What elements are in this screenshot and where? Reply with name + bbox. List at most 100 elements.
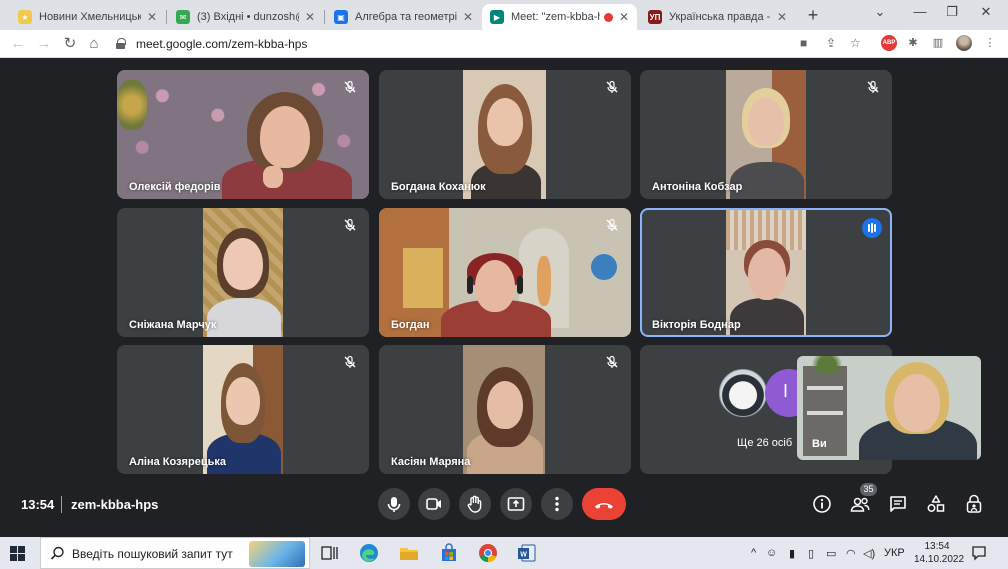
tray-device-icon[interactable]: ▯	[808, 547, 814, 560]
chrome-icon[interactable]	[477, 542, 499, 564]
camera-icon[interactable]: ■	[800, 36, 807, 50]
participant-video	[726, 70, 806, 199]
wifi-icon[interactable]: ◠	[846, 547, 856, 560]
classroom-icon: ▣	[334, 10, 348, 24]
tab-separator	[324, 10, 325, 24]
windows-start-icon[interactable]	[10, 546, 25, 561]
battery-icon[interactable]: ▭	[826, 547, 836, 560]
participant-name: Антоніна Кобзар	[652, 181, 743, 193]
more-options-button[interactable]	[541, 488, 573, 520]
tab-title: Новини Хмельницького	[39, 11, 141, 23]
file-explorer-icon[interactable]	[398, 542, 420, 564]
microphone-button[interactable]	[378, 488, 410, 520]
tab-mail-inbox[interactable]: ✉ (3) Вхідні • dunzosh@ukr ✕	[168, 4, 323, 30]
edge-browser-icon[interactable]	[358, 542, 380, 564]
raise-hand-button[interactable]	[459, 488, 491, 520]
adblock-icon[interactable]: ABP	[881, 35, 897, 51]
menu-kebab-icon[interactable]: ⋮	[982, 35, 998, 51]
participant-name: Сніжана Марчук	[129, 319, 217, 331]
leave-call-button[interactable]	[582, 488, 626, 520]
tab-google-meet[interactable]: ▶ Meet: "zem-kbba-hps" ✕	[482, 4, 637, 30]
tab-ukrainska-pravda[interactable]: УП Українська правда - нов ✕	[640, 4, 795, 30]
tray-usb-icon[interactable]: ▮	[789, 547, 795, 560]
minimize-button[interactable]: —	[906, 4, 934, 19]
home-button[interactable]: ⌂	[84, 34, 104, 54]
tray-chevron-icon[interactable]: ^	[751, 547, 756, 559]
participant-name: Богдан	[391, 319, 430, 331]
participant-name: Касіян Маряна	[391, 456, 471, 468]
close-icon[interactable]: ✕	[775, 10, 789, 24]
close-icon[interactable]: ✕	[617, 10, 631, 24]
participant-tile[interactable]: Антоніна Кобзар	[640, 70, 892, 199]
participant-tile[interactable]: Касіян Маряна	[379, 345, 631, 474]
address-bar[interactable]: meet.google.com/zem-kbba-hps ■ ⇪ ☆	[110, 33, 880, 55]
up-news-icon: УП	[648, 10, 662, 24]
mic-off-icon	[344, 80, 356, 93]
microsoft-store-icon[interactable]	[438, 542, 460, 564]
close-icon[interactable]: ✕	[303, 10, 317, 24]
present-screen-icon	[507, 497, 525, 511]
close-icon[interactable]: ✕	[461, 10, 475, 24]
input-language[interactable]: УКР	[884, 547, 905, 559]
participant-name: Аліна Козярецька	[129, 456, 226, 468]
participant-video	[117, 70, 369, 199]
avatar-letter: І	[783, 381, 789, 401]
windows-taskbar: Введіть пошуковий запит тут W ^ ☺ ▮ ▯ ▭ …	[0, 537, 1008, 569]
meeting-details-button[interactable]	[810, 492, 834, 516]
speaking-indicator-icon	[862, 218, 882, 238]
lock-icon	[116, 38, 126, 49]
raise-hand-icon	[467, 495, 482, 513]
taskbar-search-box[interactable]: Введіть пошуковий запит тут	[40, 537, 310, 569]
activities-button[interactable]	[924, 492, 948, 516]
meeting-clock: 13:54	[21, 497, 55, 512]
participant-tile[interactable]: Аліна Козярецька	[117, 345, 369, 474]
taskbar-clock[interactable]: 13:54 14.10.2022	[914, 540, 965, 566]
reload-button[interactable]: ↻	[60, 34, 80, 54]
screen: ★ Новини Хмельницького ✕ ✉ (3) Вхідні • …	[0, 0, 1008, 569]
present-screen-button[interactable]	[500, 488, 532, 520]
tray-app-icon[interactable]: ☺	[766, 547, 777, 559]
participant-tile[interactable]: Богдан	[379, 208, 631, 337]
tab-title: (3) Вхідні • dunzosh@ukr	[197, 11, 299, 23]
chat-button[interactable]	[886, 492, 910, 516]
bookmark-star-icon[interactable]: ☆	[850, 36, 861, 50]
meet-icon: ▶	[490, 10, 504, 24]
forward-button[interactable]: →	[34, 34, 54, 54]
participant-tile[interactable]: Олексій федорів	[117, 70, 369, 199]
lock-person-icon	[966, 494, 982, 513]
tab-news-khmelnytskyi[interactable]: ★ Новини Хмельницького ✕	[10, 4, 165, 30]
participant-tile[interactable]: Сніжана Марчук	[117, 208, 369, 337]
participant-tile-active-speaker[interactable]: Вікторія Боднар	[640, 208, 892, 337]
participant-tile[interactable]: Богдана Коханюк	[379, 70, 631, 199]
tab-title: Українська правда - нов	[669, 11, 771, 23]
camera-button[interactable]	[418, 488, 450, 520]
divider	[61, 496, 62, 513]
participant-video	[463, 70, 546, 199]
side-panel-icon[interactable]: ▥	[930, 35, 946, 51]
profile-avatar[interactable]	[956, 35, 972, 51]
mic-off-icon	[344, 218, 356, 231]
window-close-button[interactable]: ✕	[972, 4, 1000, 20]
share-icon[interactable]: ⇪	[826, 36, 836, 50]
tab-separator	[166, 10, 167, 24]
restore-button[interactable]: ❐	[938, 4, 966, 20]
more-participants-label: Ще 26 осіб	[737, 437, 793, 449]
participant-video	[379, 208, 631, 337]
mic-off-icon	[606, 80, 618, 93]
participant-avatar	[719, 369, 767, 417]
close-icon[interactable]: ✕	[145, 10, 159, 24]
word-icon[interactable]: W	[516, 542, 538, 564]
back-button[interactable]: ←	[8, 34, 28, 54]
tab-algebra-geometry[interactable]: ▣ Алгебра та геометрія 10 ✕	[326, 4, 481, 30]
tab-title: Алгебра та геометрія 10	[355, 11, 457, 23]
task-view-icon[interactable]	[318, 542, 340, 564]
mic-off-icon	[867, 80, 879, 93]
tab-search-button[interactable]: ⌄	[866, 4, 894, 20]
host-controls-button[interactable]	[962, 492, 986, 516]
taskbar-date: 14.10.2022	[914, 554, 965, 565]
notifications-icon[interactable]	[971, 545, 987, 561]
participant-video	[726, 210, 806, 335]
volume-icon[interactable]: ◁)	[863, 547, 875, 560]
extensions-icon[interactable]: ✱	[905, 35, 921, 51]
new-tab-button[interactable]: +	[803, 5, 823, 25]
